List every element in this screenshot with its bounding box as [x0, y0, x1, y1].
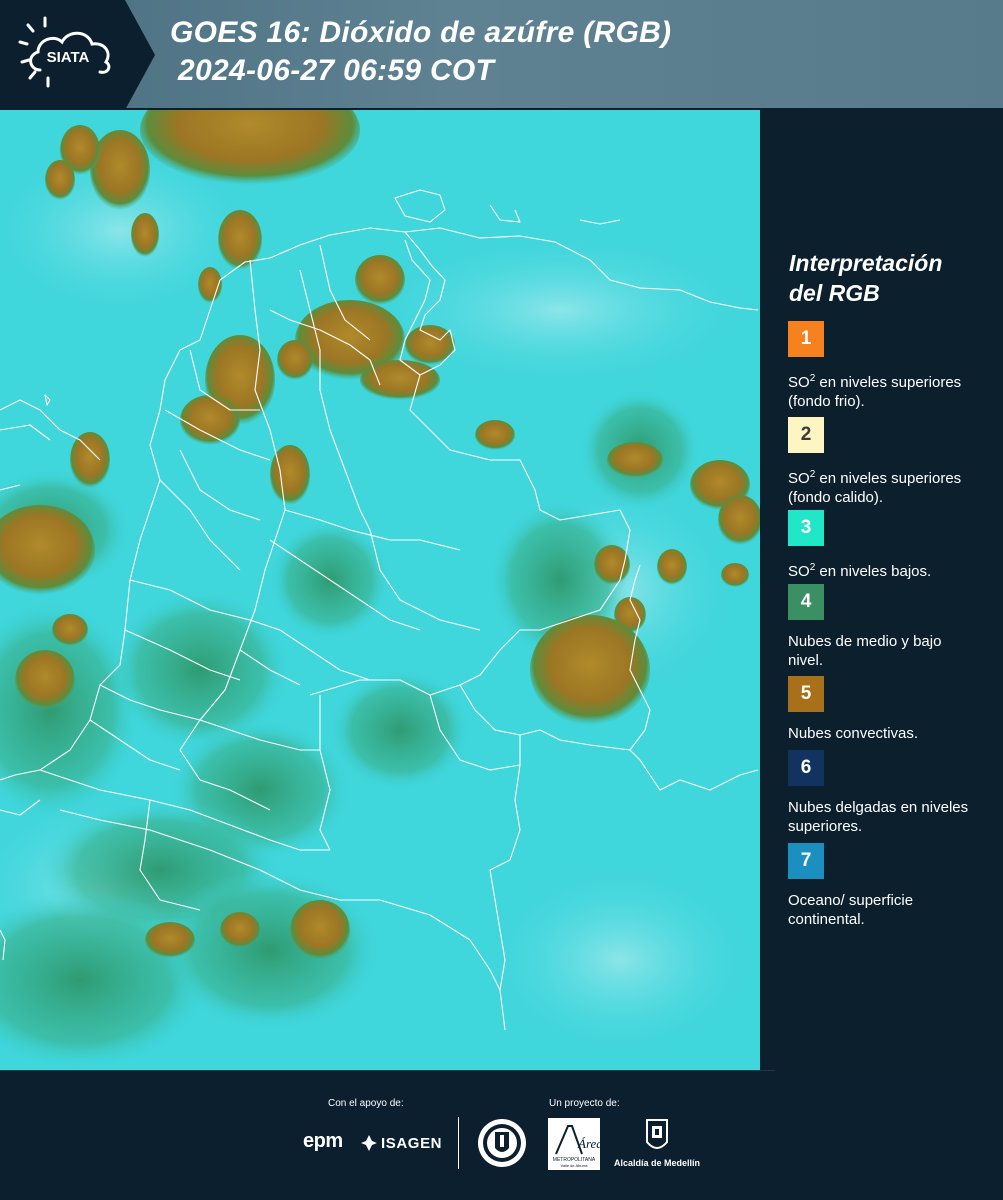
isagen-icon: [361, 1135, 377, 1151]
epm-logo: epm: [303, 1130, 343, 1153]
legend-item-1: 1 SO2 en niveles superiores (fondo frio)…: [788, 321, 988, 411]
legend-item-4: 4 Nubes de medio y bajo nivel.: [788, 584, 988, 670]
footer: Con el apoyo de: Un proyecto de: epm ISA…: [0, 1070, 1003, 1200]
legend-item-5: 5 Nubes convectivas.: [788, 676, 988, 743]
legend-item-6: 6 Nubes delgadas en niveles superiores.: [788, 750, 988, 836]
header-bar: SIATA GOES 16: Dióxido de azúfre (RGB) 2…: [0, 0, 1003, 110]
project-label: Un proyecto de:: [549, 1098, 620, 1109]
legend-panel: Interpretación del RGB 1 SO2 en niveles …: [760, 110, 1003, 1070]
epm-logo-text: epm: [303, 1130, 343, 1152]
area-logo-text: Área: [577, 1136, 600, 1151]
legend-text-1: SO2 en niveles superiores (fondo frio).: [788, 373, 962, 410]
legend-item-3: 3 SO2 en niveles bajos.: [788, 510, 988, 581]
alcaldia-label: Alcaldía de Medellín: [613, 1158, 701, 1168]
legend-swatch-3: 3: [788, 510, 824, 546]
page-title: GOES 16: Dióxido de azúfre (RGB): [170, 16, 672, 49]
legend-swatch-7: 7: [788, 843, 824, 879]
legend-title-line1: Interpretación: [789, 250, 943, 276]
isagen-logo: ISAGEN: [360, 1132, 442, 1154]
footer-divider: [458, 1117, 459, 1169]
legend-title: Interpretación del RGB: [789, 248, 989, 308]
siata-logo: SIATA: [0, 0, 160, 110]
legend-swatch-4: 4: [788, 584, 824, 620]
medellin-seal-icon: [477, 1118, 527, 1168]
legend-item-2: 2 SO2 en niveles superiores (fondo calid…: [788, 417, 988, 507]
legend-item-7: 7 Oceano/ superficie continental.: [788, 843, 988, 929]
footer-top-line: [0, 1070, 775, 1071]
support-label: Con el apoyo de:: [328, 1098, 404, 1109]
satellite-map[interactable]: [0, 110, 760, 1070]
page-timestamp: 2024-06-27 06:59 COT: [178, 54, 495, 87]
legend-text-4: Nubes de medio y bajo nivel.: [788, 633, 942, 669]
legend-text-3: SO2 en niveles bajos.: [788, 562, 932, 580]
logo-text: SIATA: [47, 49, 90, 66]
legend-title-line2: del RGB: [789, 280, 880, 306]
area-metropolitana-logo: Área METROPOLITANA Valle de Aburrá: [548, 1118, 603, 1170]
area-logo-sub2: Valle de Aburrá: [560, 1163, 588, 1168]
legend-swatch-5: 5: [788, 676, 824, 712]
isagen-logo-text: ISAGEN: [381, 1134, 443, 1152]
legend-text-6: Nubes delgadas en niveles superiores.: [788, 799, 969, 835]
legend-text-7: Oceano/ superficie continental.: [788, 892, 914, 928]
legend-text-5: Nubes convectivas.: [788, 725, 919, 742]
legend-swatch-1: 1: [788, 321, 824, 357]
legend-swatch-6: 6: [788, 750, 824, 786]
legend-text-2: SO2 en niveles superiores (fondo calido)…: [788, 469, 962, 506]
legend-swatch-2: 2: [788, 417, 824, 453]
